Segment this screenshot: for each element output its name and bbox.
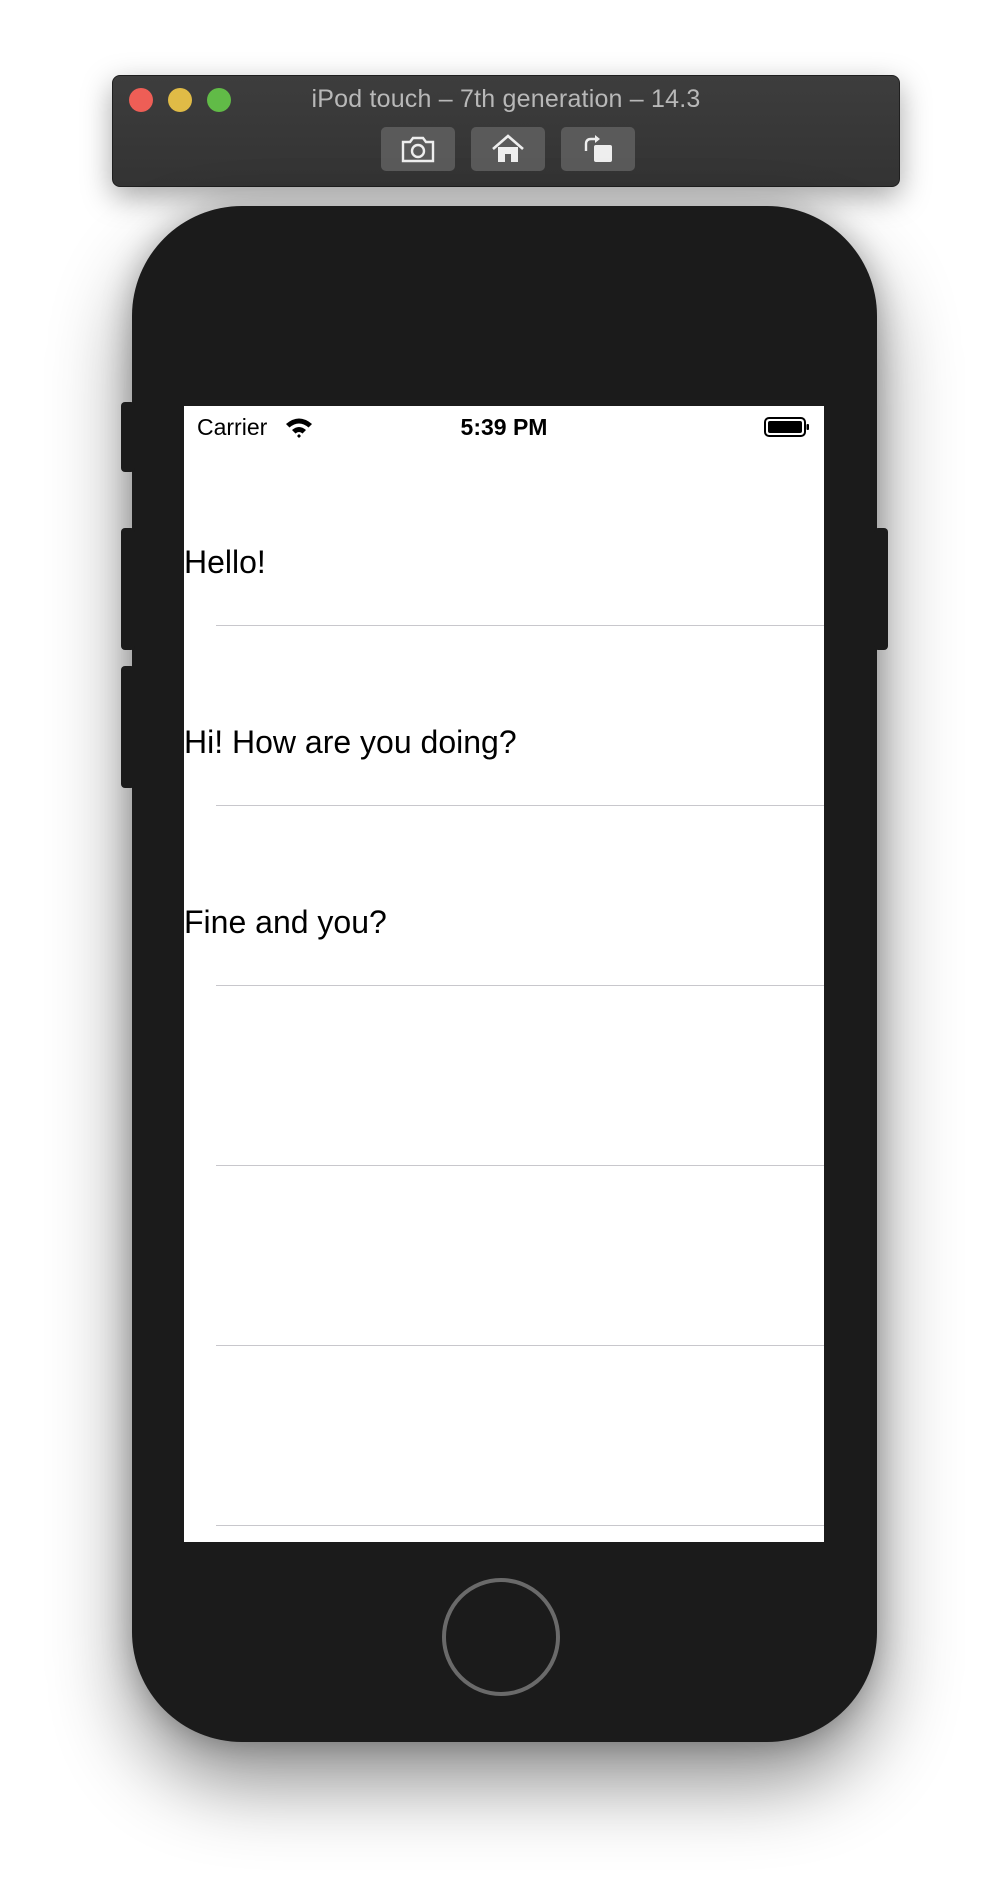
rotate-button[interactable]: [561, 127, 635, 171]
status-time: 5:39 PM: [460, 414, 548, 440]
volume-up-button[interactable]: [121, 528, 135, 650]
screenshot-button[interactable]: [381, 127, 455, 171]
cell-text: Hello!: [184, 544, 266, 580]
power-button[interactable]: [874, 528, 888, 650]
table-row[interactable]: [184, 1166, 824, 1346]
table-row[interactable]: Hello!: [184, 446, 824, 626]
simulator-window: iPod touch – 7th generation – 14.3 Carri…: [0, 0, 1008, 1892]
row-separator: [216, 1525, 824, 1526]
camera-icon: [401, 136, 435, 163]
battery-icon: [764, 417, 809, 437]
home-icon: [492, 134, 524, 162]
cell-text: Hi! How are you doing?: [184, 724, 517, 760]
table-row[interactable]: Hi! How are you doing?: [184, 626, 824, 806]
table-row[interactable]: Fine and you?: [184, 806, 824, 986]
volume-down-button[interactable]: [121, 666, 135, 788]
device-home-button[interactable]: [442, 1578, 560, 1696]
rotate-icon: [584, 135, 612, 162]
status-bar: Carrier 5:39 PM: [184, 406, 824, 448]
table-row[interactable]: [184, 1346, 824, 1526]
cell-text: Fine and you?: [184, 904, 387, 940]
simulator-title: iPod touch – 7th generation – 14.3: [311, 85, 701, 113]
simulator-title-bar: iPod touch – 7th generation – 14.3: [112, 75, 900, 187]
mute-switch[interactable]: [121, 402, 135, 472]
device-screen: Carrier 5:39 PM Hello! Hi! How are you d…: [184, 406, 824, 1542]
home-button-toolbar[interactable]: [471, 127, 545, 171]
table-row[interactable]: [184, 986, 824, 1166]
